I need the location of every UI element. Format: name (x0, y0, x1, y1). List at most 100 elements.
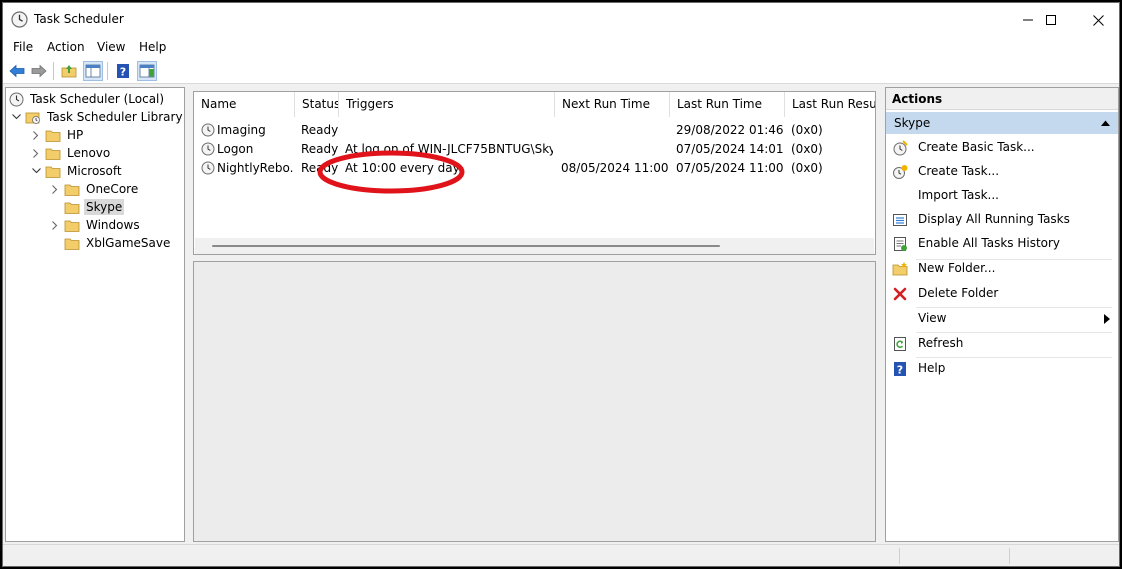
back-button[interactable] (7, 61, 27, 81)
folder-icon (64, 220, 80, 232)
column-header-next-run-time[interactable]: Next Run Time (555, 92, 670, 117)
tree-label: HP (67, 128, 84, 142)
task-name: Imaging (217, 123, 266, 137)
menu-help[interactable]: Help (139, 40, 166, 54)
library-folder-icon (25, 112, 40, 124)
maximize-icon (1046, 15, 1056, 25)
show-hide-action-pane-button[interactable] (137, 61, 157, 81)
new-folder-icon (892, 262, 908, 276)
tree-item-xblgamesave[interactable]: XblGameSave (49, 234, 172, 252)
action-view[interactable]: View (886, 308, 1118, 330)
create-basic-task-icon (893, 140, 908, 156)
status-bar (3, 544, 1119, 566)
up-folder-button[interactable] (59, 61, 79, 81)
svg-text:?: ? (897, 364, 903, 377)
forward-arrow-icon (31, 64, 47, 78)
action-label: Create Basic Task... (918, 140, 1035, 154)
chevron-right-icon[interactable] (30, 129, 42, 141)
horizontal-scrollbar[interactable] (195, 238, 874, 254)
tree-item-hp[interactable]: HP (30, 126, 85, 144)
tree-label: Task Scheduler (Local) (30, 92, 165, 106)
menu-view[interactable]: View (97, 40, 125, 54)
tree-item-skype[interactable]: Skype (49, 198, 125, 216)
menu-action[interactable]: Action (47, 40, 85, 54)
help-icon: ? (117, 64, 129, 79)
column-header-last-run-result[interactable]: Last Run Result (785, 92, 875, 117)
action-label: Display All Running Tasks (918, 212, 1070, 226)
task-next-run (561, 121, 669, 140)
chevron-right-icon[interactable] (49, 183, 61, 195)
table-row[interactable]: Logon Ready At log on of WIN-JLCF75BNTUG… (194, 140, 875, 159)
folder-icon (64, 184, 80, 196)
folder-icon (45, 166, 61, 178)
tree-item-microsoft[interactable]: Microsoft (30, 162, 124, 180)
close-button[interactable] (1075, 3, 1119, 37)
forward-button[interactable] (29, 61, 49, 81)
collapse-caret-icon[interactable] (1101, 120, 1110, 126)
actions-section-skype[interactable]: Skype (886, 112, 1118, 134)
task-status: Ready (301, 123, 339, 137)
chevron-down-icon[interactable] (30, 165, 42, 177)
tree-label: Skype (84, 199, 125, 215)
show-hide-tree-button[interactable] (83, 61, 103, 81)
submenu-arrow-icon (1104, 314, 1110, 324)
action-enable-tasks-history[interactable]: Enable All Tasks History (886, 233, 1118, 255)
chevron-right-icon[interactable] (30, 147, 42, 159)
task-last-result: (0x0) (791, 161, 823, 175)
tree-item-task-scheduler-library[interactable]: Task Scheduler Library (10, 108, 185, 126)
clock-icon (11, 11, 28, 28)
tree-item-windows[interactable]: Windows (49, 216, 142, 234)
toolbar: ? (3, 57, 1119, 84)
scrollbar-thumb[interactable] (212, 245, 720, 247)
tree-item-onecore[interactable]: OneCore (49, 180, 140, 198)
task-last-run: 07/05/2024 11:00:01 (676, 161, 784, 175)
action-create-basic-task[interactable]: Create Basic Task... (886, 137, 1118, 159)
action-label: Create Task... (918, 164, 1000, 178)
tree-label: Microsoft (67, 164, 122, 178)
window-title: Task Scheduler (34, 12, 124, 26)
action-delete-folder[interactable]: Delete Folder (886, 283, 1118, 305)
table-row[interactable]: Imaging Ready 29/08/2022 01:46:06 (0x0) (194, 121, 875, 140)
task-clock-icon (201, 123, 215, 137)
tree-label: Task Scheduler Library (47, 110, 183, 124)
table-row[interactable]: NightlyRebo... Ready At 10:00 every day … (194, 159, 875, 178)
back-arrow-icon (9, 64, 25, 78)
tree-item-task-scheduler-local[interactable]: Task Scheduler (Local) (8, 90, 166, 108)
action-display-running-tasks[interactable]: Display All Running Tasks (886, 209, 1118, 231)
column-header-last-run-time[interactable]: Last Run Time (670, 92, 785, 117)
action-import-task[interactable]: Import Task... (886, 185, 1118, 207)
maximize-button[interactable] (1028, 3, 1074, 37)
column-header-triggers[interactable]: Triggers (339, 92, 555, 117)
chevron-right-icon[interactable] (49, 219, 61, 231)
navigation-tree: Task Scheduler (Local) Task Scheduler Li… (5, 87, 185, 542)
delete-x-icon (893, 287, 907, 301)
task-name: NightlyRebo... (217, 161, 293, 175)
svg-text:?: ? (120, 66, 126, 79)
task-last-result: (0x0) (791, 123, 823, 137)
task-name: Logon (217, 142, 254, 156)
task-last-run: 29/08/2022 01:46:06 (676, 123, 784, 137)
task-clock-icon (201, 161, 215, 175)
folder-icon (64, 202, 80, 214)
history-icon (894, 237, 907, 251)
column-header-name[interactable]: Name (194, 92, 295, 117)
show-hide-action-pane-icon (139, 64, 155, 78)
tree-item-lenovo[interactable]: Lenovo (30, 144, 112, 162)
folder-icon (64, 238, 80, 250)
column-header-status[interactable]: Status (295, 92, 339, 117)
action-refresh[interactable]: Refresh (886, 333, 1118, 355)
menu-file[interactable]: File (13, 40, 33, 54)
action-new-folder[interactable]: New Folder... (886, 258, 1118, 280)
actions-pane: Actions Skype Create Basic Task... Creat… (885, 87, 1119, 542)
help-button[interactable]: ? (113, 61, 133, 81)
folder-icon (45, 148, 61, 160)
tree-label: Windows (86, 218, 140, 232)
task-last-run: 07/05/2024 14:01:38 (676, 142, 784, 156)
action-label: Import Task... (918, 188, 999, 202)
menu-bar: File Action View Help (3, 37, 1119, 57)
chevron-down-icon[interactable] (10, 111, 22, 123)
action-help[interactable]: ? Help (886, 358, 1118, 380)
title-bar: Task Scheduler (3, 3, 1119, 37)
show-hide-tree-icon (85, 64, 101, 78)
action-create-task[interactable]: Create Task... (886, 161, 1118, 183)
